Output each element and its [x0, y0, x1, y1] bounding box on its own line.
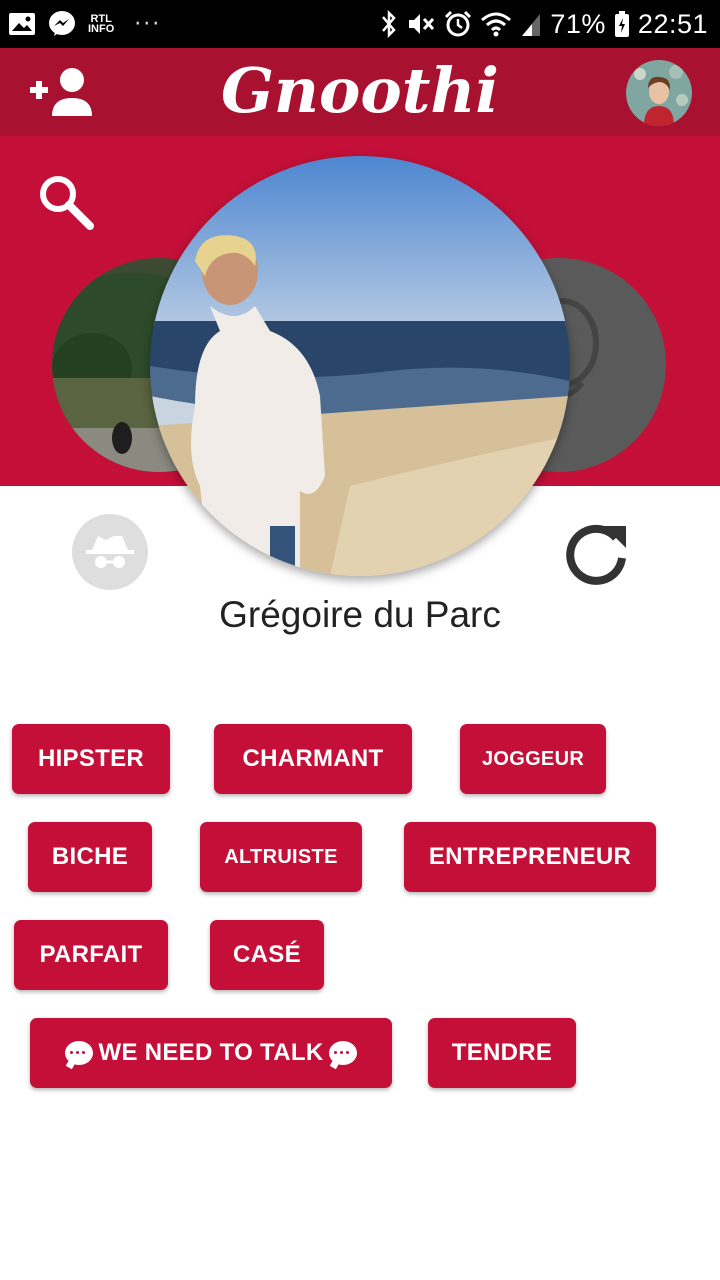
user-avatar[interactable]: [626, 60, 692, 126]
incognito-button[interactable]: [72, 514, 148, 590]
status-bar-right: 71% 22:51: [380, 6, 708, 42]
tag-entrepreneur[interactable]: ENTREPRENEUR: [404, 822, 656, 892]
tag-altruiste[interactable]: ALTRUISTE: [200, 822, 362, 892]
speech-bubble-icon: [329, 1041, 358, 1065]
bluetooth-icon: [382, 10, 397, 38]
mute-icon: [409, 14, 435, 34]
tag-joggeur[interactable]: JOGGEUR: [460, 724, 606, 794]
tag-hipster[interactable]: HIPSTER: [12, 724, 170, 794]
tag-biche[interactable]: BICHE: [28, 822, 152, 892]
refresh-icon[interactable]: [560, 518, 634, 588]
status-bar-left: RTL INFO ···: [8, 10, 161, 38]
signal-icon: [522, 14, 541, 36]
rtl-info-icon: RTL INFO: [88, 13, 115, 35]
speech-bubble-icon: [64, 1041, 93, 1065]
battery-percent: 71%: [550, 8, 606, 39]
battery-icon: [614, 11, 629, 37]
wifi-icon: [481, 12, 512, 37]
status-bar: RTL INFO ··· 71% 22:51: [0, 0, 720, 48]
tag-charmant[interactable]: CHARMANT: [214, 724, 412, 794]
tag-case[interactable]: CASÉ: [210, 920, 324, 990]
profile-photo[interactable]: [150, 156, 570, 576]
tag-we-need-to-talk[interactable]: WE NEED TO TALK: [30, 1018, 392, 1088]
tag-tendre[interactable]: TENDRE: [428, 1018, 576, 1088]
more-notifications-icon: ···: [134, 11, 162, 37]
app-logo: Gnoothi: [220, 54, 499, 127]
app-bar: Gnoothi: [0, 48, 720, 136]
alarm-icon: [445, 10, 472, 37]
gallery-icon: [9, 13, 35, 35]
search-icon[interactable]: [36, 172, 96, 232]
incognito-icon: [86, 536, 134, 568]
profile-name: Grégoire du Parc: [219, 594, 501, 635]
clock: 22:51: [637, 8, 708, 39]
messenger-icon: [49, 11, 75, 36]
tag-parfait[interactable]: PARFAIT: [14, 920, 168, 990]
